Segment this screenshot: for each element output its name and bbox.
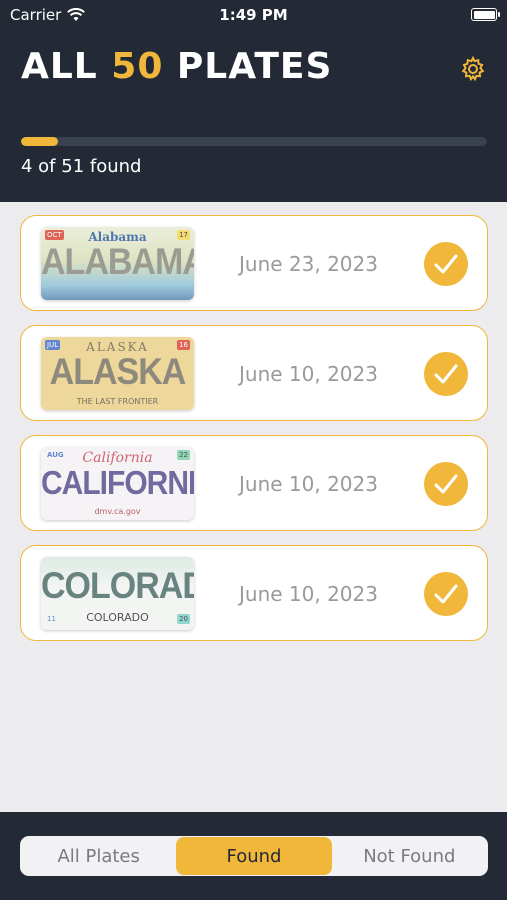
battery-icon bbox=[471, 8, 500, 21]
settings-button[interactable] bbox=[460, 55, 486, 82]
plate-image-alaska: JUL 16 ALASKA ALASKA THE LAST FRONTIER bbox=[41, 337, 194, 410]
gear-icon bbox=[461, 55, 485, 82]
found-date: June 10, 2023 bbox=[239, 472, 378, 496]
found-checkmark bbox=[424, 572, 468, 616]
progress-bar bbox=[21, 137, 487, 146]
plate-top-text: California bbox=[82, 450, 153, 466]
page-title: ALL 50 PLATES bbox=[21, 46, 332, 87]
plate-image-california: AUG 22 California CALIFORNIA dmv.ca.gov bbox=[41, 447, 194, 520]
plate-card-alabama[interactable]: OCT 17 Alabama ALABAMA June 23, 2023 bbox=[20, 215, 488, 311]
plate-image-colorado: 11 20 COLORADO COLORADO bbox=[41, 557, 194, 630]
plate-bottom-text: dmv.ca.gov bbox=[94, 507, 141, 516]
progress-label: 4 of 51 found bbox=[21, 156, 142, 177]
checkmark-icon bbox=[434, 364, 458, 384]
segment-all-plates[interactable]: All Plates bbox=[21, 837, 176, 875]
status-bar: Carrier 1:49 PM bbox=[0, 0, 507, 30]
plate-bottom-text: COLORADO bbox=[86, 611, 149, 624]
plate-image-alabama: OCT 17 Alabama ALABAMA bbox=[41, 227, 194, 300]
title-suffix: PLATES bbox=[163, 46, 333, 87]
plate-main-text: COLORADO bbox=[41, 565, 194, 607]
found-date: June 23, 2023 bbox=[239, 252, 378, 276]
found-checkmark bbox=[424, 352, 468, 396]
plate-card-alaska[interactable]: JUL 16 ALASKA ALASKA THE LAST FRONTIER J… bbox=[20, 325, 488, 421]
found-checkmark bbox=[424, 462, 468, 506]
checkmark-icon bbox=[434, 254, 458, 274]
plate-list: OCT 17 Alabama ALABAMA June 23, 2023 JUL… bbox=[20, 215, 488, 655]
title-prefix: ALL bbox=[21, 46, 112, 87]
found-date: June 10, 2023 bbox=[239, 582, 378, 606]
plate-card-colorado[interactable]: 11 20 COLORADO COLORADO June 10, 2023 bbox=[20, 545, 488, 641]
found-checkmark bbox=[424, 242, 468, 286]
filter-segmented-control: All Plates Found Not Found bbox=[20, 836, 488, 876]
segment-not-found[interactable]: Not Found bbox=[332, 837, 487, 875]
plate-main-text: CALIFORNIA bbox=[41, 465, 194, 502]
found-date: June 10, 2023 bbox=[239, 362, 378, 386]
plate-main-text: ALASKA bbox=[49, 351, 187, 393]
footer-bar: All Plates Found Not Found bbox=[0, 812, 507, 900]
checkmark-icon bbox=[434, 474, 458, 494]
progress-fill bbox=[21, 137, 58, 146]
plate-card-california[interactable]: AUG 22 California CALIFORNIA dmv.ca.gov … bbox=[20, 435, 488, 531]
header: Carrier 1:49 PM ALL 50 PLATES 4 of 51 fo… bbox=[0, 0, 507, 202]
title-number: 50 bbox=[111, 46, 164, 87]
plate-bottom-text: THE LAST FRONTIER bbox=[76, 397, 159, 406]
plate-main-text: ALABAMA bbox=[41, 241, 194, 283]
clock: 1:49 PM bbox=[219, 6, 288, 24]
checkmark-icon bbox=[434, 584, 458, 604]
segment-found[interactable]: Found bbox=[176, 837, 332, 875]
